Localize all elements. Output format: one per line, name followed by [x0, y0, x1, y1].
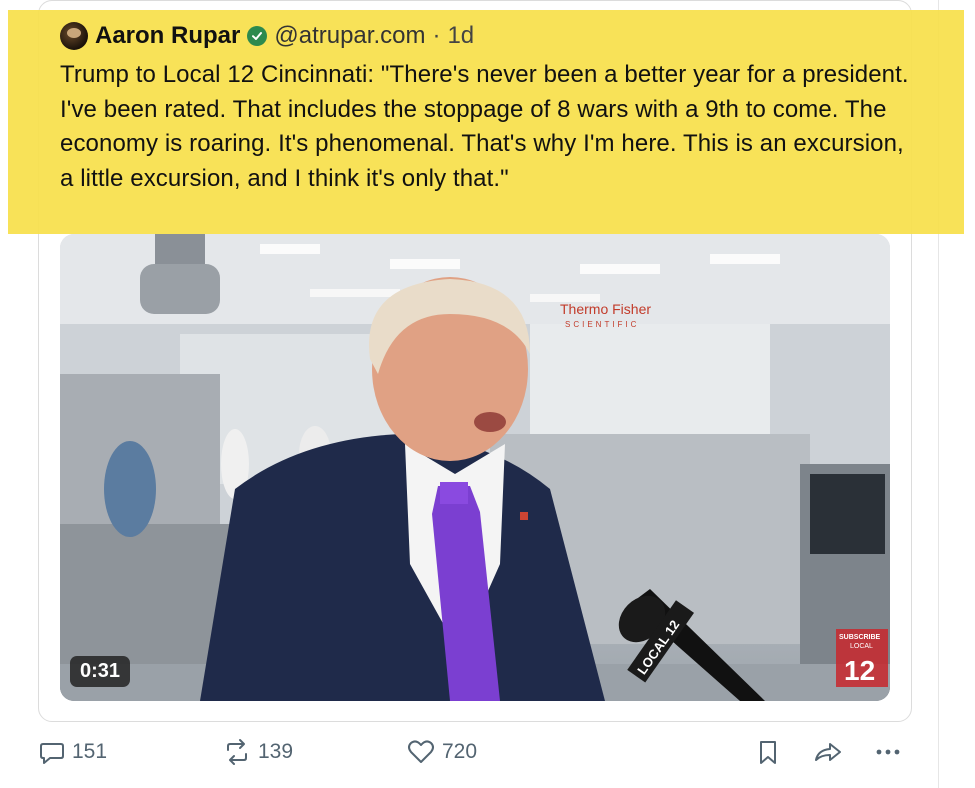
share-arrow-icon: [815, 743, 841, 761]
repost-button[interactable]: 139: [222, 738, 293, 766]
separator: ·: [432, 22, 441, 49]
bug-local: LOCAL: [850, 643, 873, 650]
reply-count: 151: [72, 740, 108, 763]
post-text: Trump to Local 12 Cincinnati: "There's n…: [60, 61, 909, 192]
bookmark-icon: [760, 741, 776, 764]
bookmark-button[interactable]: [755, 738, 781, 766]
heart-icon: [408, 740, 434, 763]
like-button[interactable]: 720: [406, 738, 477, 766]
sign-text: Thermo Fisher: [560, 301, 651, 317]
bug-subscribe: SUBSCRIBE: [839, 634, 881, 641]
ellipsis-icon: [876, 749, 900, 755]
avatar[interactable]: [60, 22, 88, 50]
bug-number: 12: [844, 655, 875, 686]
timestamp[interactable]: 1d: [447, 22, 474, 50]
like-count: 720: [442, 740, 478, 763]
author-handle[interactable]: @atrupar.com: [274, 22, 425, 50]
speech-bubble-icon: [40, 743, 64, 764]
more-options-button[interactable]: [872, 738, 904, 766]
repost-count: 139: [258, 740, 294, 763]
video-thumbnail: Thermo Fisher SCIENTIFIC LOCAL 12 SUBSCR…: [60, 234, 890, 701]
post-header: Aaron Rupar @atrupar.com · 1d: [60, 20, 474, 52]
reply-button[interactable]: 151: [38, 738, 107, 766]
share-button[interactable]: [812, 738, 844, 766]
verified-icon: [247, 26, 268, 46]
author-name[interactable]: Aaron Rupar: [95, 22, 240, 50]
sign-subtext: SCIENTIFIC: [565, 320, 639, 329]
repost-arrows-icon: [227, 739, 247, 765]
action-bar: 151 139 720: [0, 738, 975, 778]
video-player[interactable]: Thermo Fisher SCIENTIFIC LOCAL 12 SUBSCR…: [60, 234, 890, 701]
video-duration: 0:31: [70, 656, 131, 687]
